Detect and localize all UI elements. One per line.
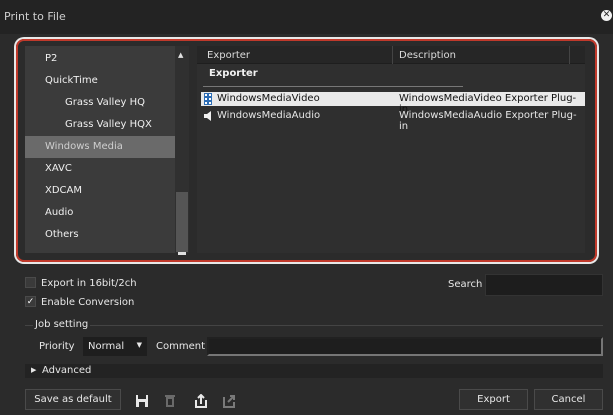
- window-title: Print to File: [4, 10, 66, 23]
- job-setting-title: Job setting: [33, 319, 91, 330]
- advanced-section-toggle[interactable]: ▶ Advanced: [25, 364, 603, 378]
- search-input[interactable]: [485, 274, 603, 296]
- chevron-down-icon: ▼: [136, 341, 142, 349]
- export-icon[interactable]: [222, 394, 236, 408]
- comment-input[interactable]: [207, 337, 603, 356]
- export-button[interactable]: Export: [459, 389, 528, 410]
- selection-highlight-frame: [16, 39, 597, 262]
- priority-dropdown[interactable]: Normal ▼: [83, 337, 147, 356]
- comment-label: Comment: [156, 341, 205, 352]
- advanced-label: Advanced: [42, 365, 92, 376]
- export-16bit-label: Export in 16bit/2ch: [41, 278, 137, 289]
- enable-conversion-label: Enable Conversion: [41, 297, 135, 308]
- expand-arrow-icon: ▶: [31, 366, 37, 374]
- import-icon[interactable]: [194, 394, 208, 408]
- export-16bit-checkbox[interactable]: [25, 277, 36, 288]
- delete-icon[interactable]: [163, 394, 177, 408]
- save-as-default-button[interactable]: Save as default: [25, 389, 121, 410]
- enable-conversion-checkbox[interactable]: ✓: [25, 296, 36, 307]
- cancel-button[interactable]: Cancel: [534, 389, 603, 410]
- save-icon[interactable]: [135, 394, 149, 408]
- title-bar: Print to File ✕: [0, 0, 613, 34]
- close-icon[interactable]: ✕: [601, 10, 612, 21]
- priority-value: Normal: [88, 341, 125, 352]
- print-to-file-dialog: Print to File ✕ P2 QuickTime Grass Valle…: [0, 0, 613, 415]
- search-label: Search: [448, 279, 483, 290]
- priority-label: Priority: [39, 341, 75, 352]
